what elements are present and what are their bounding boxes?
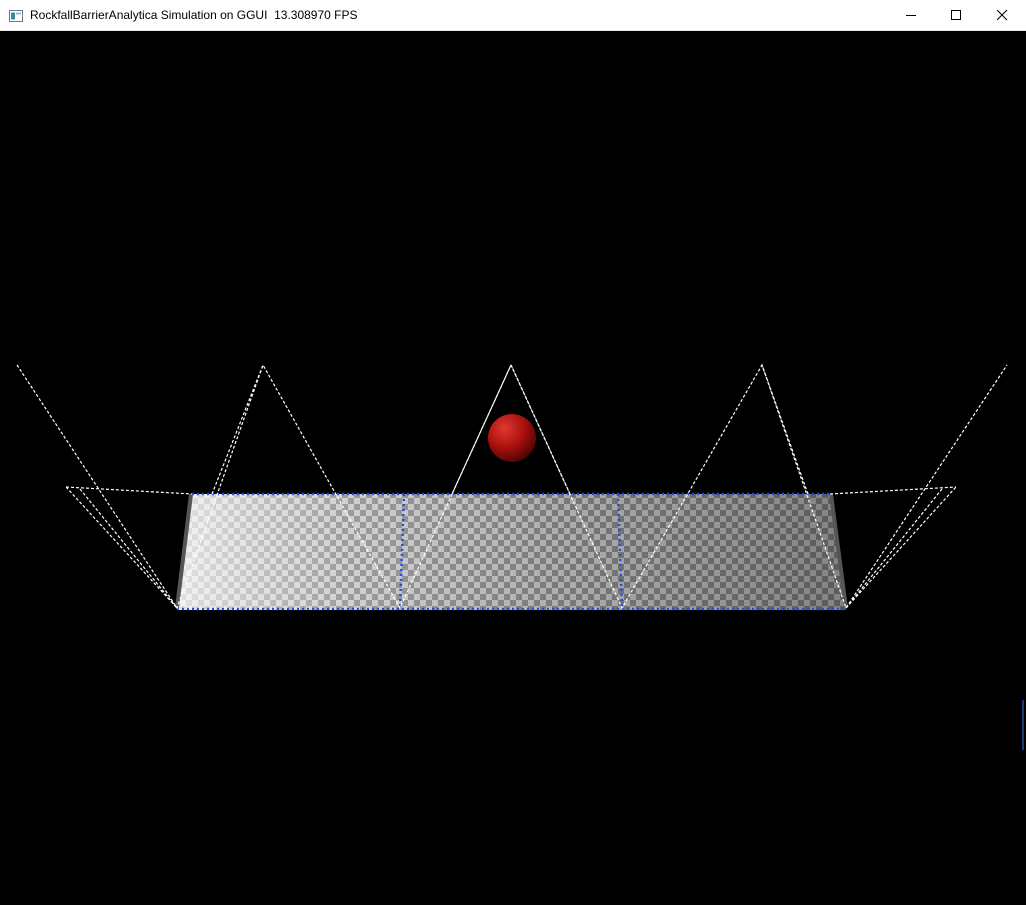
simulation-canvas[interactable] bbox=[0, 31, 1026, 900]
window-edge-accent bbox=[1022, 700, 1024, 750]
cable bbox=[65, 486, 178, 609]
net-shading bbox=[177, 494, 846, 610]
close-icon bbox=[996, 9, 1008, 21]
simulation-viewport[interactable] bbox=[0, 31, 1026, 900]
minimize-button[interactable] bbox=[888, 0, 934, 30]
maximize-icon bbox=[951, 10, 961, 20]
window-app-icon bbox=[9, 9, 23, 22]
window-title: RockfallBarrierAnalytica Simulation on G… bbox=[30, 8, 358, 22]
maximize-button[interactable] bbox=[933, 0, 979, 30]
cable bbox=[65, 486, 193, 495]
close-button[interactable] bbox=[979, 0, 1025, 30]
app-window: RockfallBarrierAnalytica Simulation on G… bbox=[0, 0, 1026, 900]
minimize-icon bbox=[906, 15, 916, 16]
cable bbox=[829, 486, 957, 495]
rock bbox=[488, 414, 536, 462]
cable bbox=[845, 486, 957, 609]
barrier-net bbox=[177, 494, 846, 610]
cable bbox=[761, 364, 809, 495]
cable bbox=[211, 364, 264, 495]
cable bbox=[79, 488, 178, 609]
cable bbox=[845, 488, 943, 609]
title-bar[interactable]: RockfallBarrierAnalytica Simulation on G… bbox=[0, 0, 1026, 31]
